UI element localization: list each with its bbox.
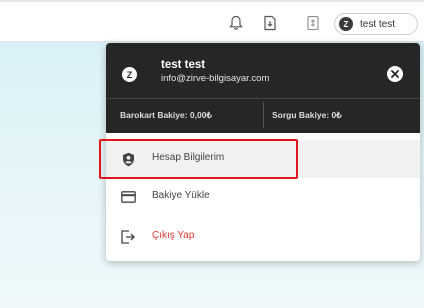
menu-item-label: Bakiye Yükle (152, 190, 210, 201)
logout-icon (120, 229, 136, 245)
user-dropdown-menu: Z test test info@zirve-bilgisayar.com Ba… (106, 43, 420, 261)
menu-item-label: Çıkış Yap (152, 230, 195, 241)
user-name-label: test test (360, 18, 396, 30)
profile-name: test test (161, 59, 206, 71)
sorgu-balance: Sorgu Bakiye: 0₺ (272, 110, 342, 120)
dropdown-header: Z test test info@zirve-bilgisayar.com Ba… (106, 43, 420, 133)
document-download-icon[interactable] (262, 14, 278, 32)
avatar: Z (339, 17, 353, 31)
top-bar: Z test test (0, 0, 424, 42)
barokart-balance: Barokart Bakiye: 0,00₺ (120, 110, 212, 120)
menu-item-hesap-bilgilerim[interactable]: Hesap Bilgilerim (106, 140, 420, 178)
profile-email: info@zirve-bilgisayar.com (161, 73, 270, 84)
menu-item-label: Hesap Bilgilerim (152, 152, 225, 163)
menu-item-cikis-yap[interactable]: Çıkış Yap (106, 218, 420, 256)
credit-card-icon (120, 189, 136, 205)
header-divider (106, 98, 420, 99)
profile-avatar: Z (122, 67, 137, 82)
user-menu-chip[interactable]: Z test test (334, 13, 418, 35)
account-shield-icon (120, 151, 136, 167)
topbar-divider (0, 0, 424, 2)
menu-item-bakiye-yukle[interactable]: Bakiye Yükle (106, 178, 420, 216)
balance-divider (263, 102, 264, 128)
receipt-icon[interactable] (305, 14, 321, 32)
close-icon[interactable] (387, 66, 403, 82)
bell-icon[interactable] (228, 14, 244, 32)
